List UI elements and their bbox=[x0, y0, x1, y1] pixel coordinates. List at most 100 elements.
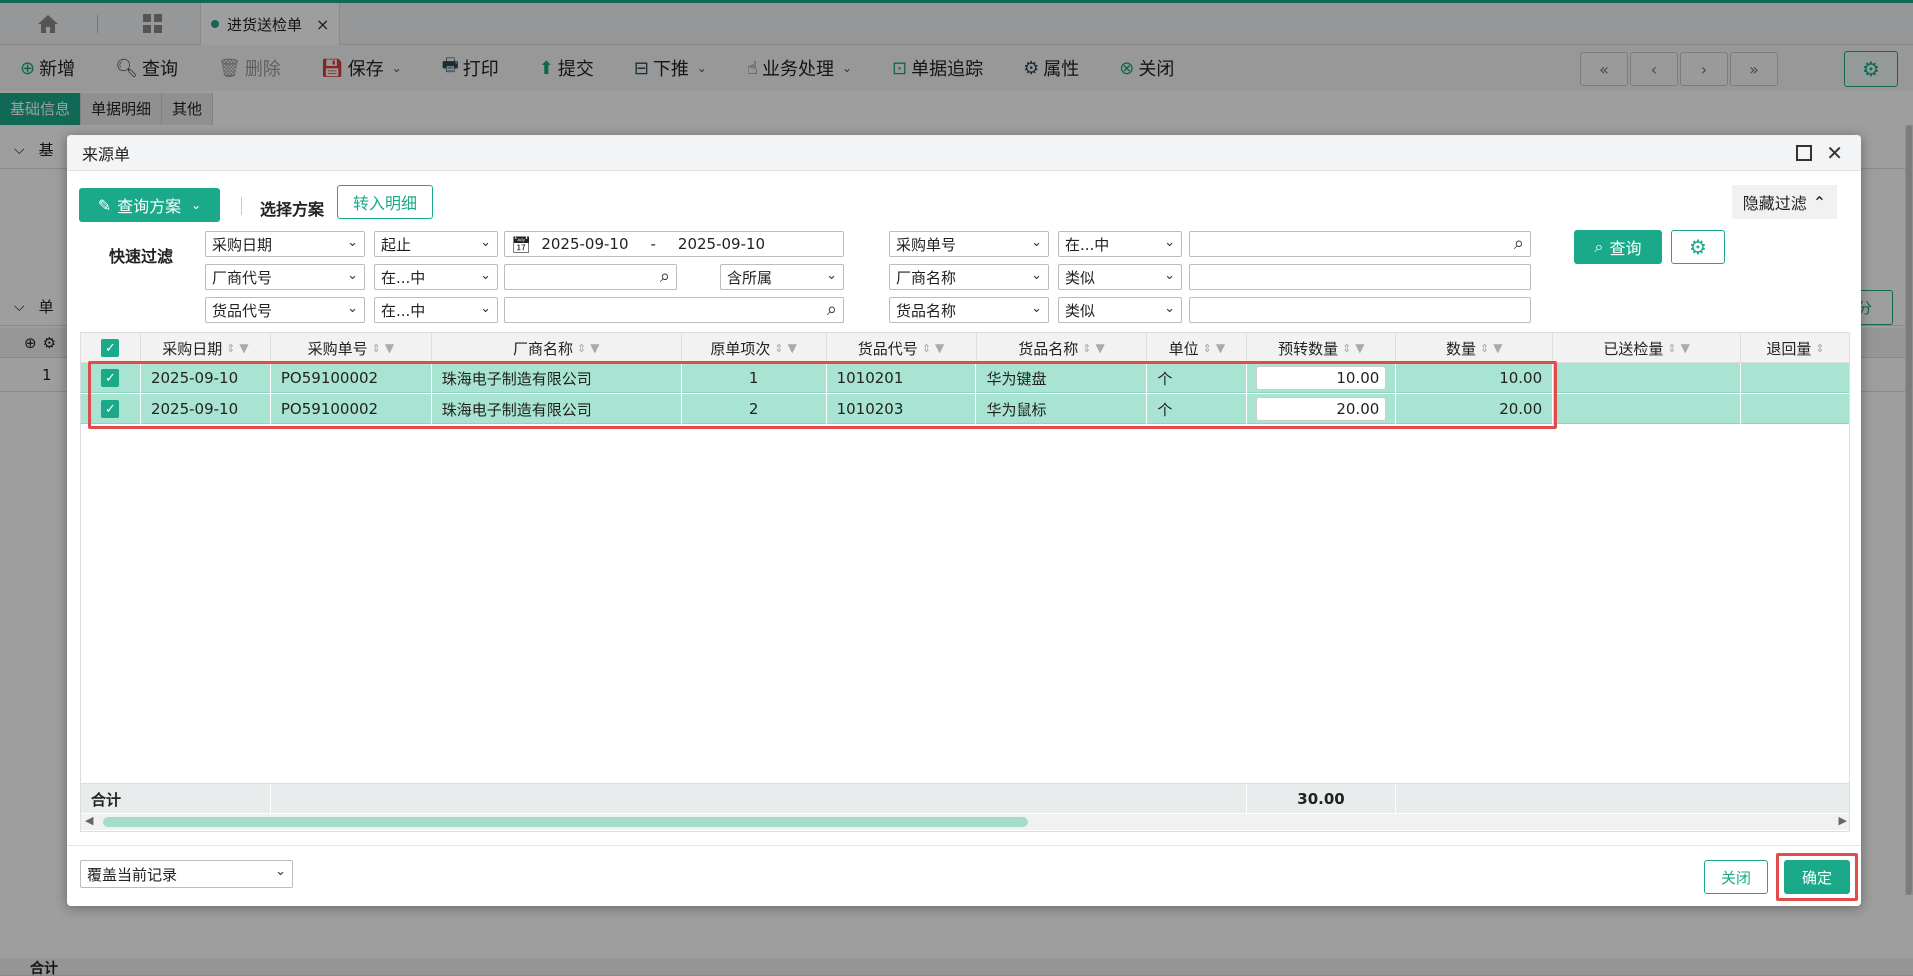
scope-select[interactable]: 含所属 ⌄ bbox=[720, 264, 844, 290]
confirm-button[interactable]: 确定 bbox=[1784, 860, 1850, 894]
chevron-down-icon: ⌄ bbox=[1164, 301, 1175, 316]
filter-value-input[interactable] bbox=[1189, 297, 1531, 323]
total-pre-qty: 30.00 bbox=[1247, 784, 1396, 814]
search-icon[interactable]: ⌕ bbox=[660, 266, 670, 287]
filter-icon[interactable]: ▼ bbox=[1493, 341, 1502, 355]
column-header[interactable]: 预转数量 ⇕ ▼ bbox=[1247, 333, 1397, 363]
filter-icon[interactable]: ▼ bbox=[1095, 341, 1104, 355]
magic-wand-icon: ✎ bbox=[97, 195, 112, 215]
filter-value-input[interactable]: ⌕ bbox=[1189, 231, 1531, 257]
search-icon[interactable]: ⌕ bbox=[1514, 233, 1524, 254]
chevron-down-icon: ⌄ bbox=[1164, 235, 1175, 250]
quick-filter-label: 快速过滤 bbox=[109, 247, 174, 266]
column-header[interactable]: 退回量 ⇕ bbox=[1741, 333, 1849, 363]
scrollbar-thumb[interactable] bbox=[103, 817, 1028, 827]
filter-field-select[interactable]: 采购日期 ⌄ bbox=[205, 231, 365, 257]
date-range-input[interactable]: 📅︎ 2025-09-10 - 2025-09-10 bbox=[504, 231, 844, 257]
highlight-box bbox=[88, 361, 1557, 429]
chevron-down-icon: ⌄ bbox=[347, 235, 358, 250]
chevron-down-icon: ⌄ bbox=[1031, 268, 1042, 283]
sort-icon[interactable]: ⇕ bbox=[922, 342, 931, 355]
column-header[interactable]: 原单项次 ⇕ ▼ bbox=[682, 333, 827, 363]
sort-icon[interactable]: ⇕ bbox=[1815, 342, 1824, 355]
chevron-down-icon: ⌄ bbox=[191, 198, 202, 212]
filter-value-input[interactable]: ⌕ bbox=[504, 297, 844, 323]
grid-horizontal-scrollbar[interactable]: ◀ ▶ bbox=[81, 814, 1849, 830]
select-all-cell: ✓ bbox=[81, 333, 141, 363]
search-icon: ⌕ bbox=[1594, 237, 1604, 256]
divider bbox=[241, 197, 242, 215]
sort-icon[interactable]: ⇕ bbox=[1203, 342, 1212, 355]
column-header[interactable]: 厂商名称 ⇕ ▼ bbox=[432, 333, 682, 363]
chevron-up-icon: ⌃ bbox=[1812, 192, 1827, 212]
dialog-title: 来源单 bbox=[82, 144, 131, 164]
sort-icon[interactable]: ⇕ bbox=[1667, 342, 1676, 355]
chevron-down-icon: ⌄ bbox=[480, 301, 491, 316]
grid-total-row: 合计 30.00 bbox=[81, 783, 1849, 814]
chevron-down-icon: ⌄ bbox=[347, 301, 358, 316]
sort-icon[interactable]: ⇕ bbox=[1082, 342, 1091, 355]
sort-icon[interactable]: ⇕ bbox=[372, 342, 381, 355]
filter-icon[interactable]: ▼ bbox=[1681, 341, 1690, 355]
overwrite-mode-select[interactable]: 覆盖当前记录 ⌄ bbox=[80, 860, 293, 888]
column-header[interactable]: 采购日期 ⇕ ▼ bbox=[141, 333, 271, 363]
filter-icon[interactable]: ▼ bbox=[788, 341, 797, 355]
total-spacer bbox=[271, 784, 1247, 814]
select-all-checkbox[interactable]: ✓ bbox=[101, 339, 120, 357]
maximize-icon[interactable] bbox=[1796, 145, 1813, 161]
cell-inspected bbox=[1553, 363, 1742, 393]
query-button[interactable]: ⌕ 查询 bbox=[1574, 230, 1662, 264]
cell-returned bbox=[1741, 363, 1849, 393]
query-scheme-button[interactable]: ✎ 查询方案 ⌄ bbox=[79, 188, 220, 222]
sort-icon[interactable]: ⇕ bbox=[774, 342, 783, 355]
sort-icon[interactable]: ⇕ bbox=[226, 342, 235, 355]
close-icon[interactable]: ✕ bbox=[1826, 141, 1843, 165]
chevron-down-icon: ⌄ bbox=[1164, 268, 1175, 283]
dialog-close-button[interactable]: 关闭 bbox=[1704, 860, 1768, 894]
chevron-down-icon: ⌄ bbox=[1031, 301, 1042, 316]
filter-icon[interactable]: ▼ bbox=[1355, 341, 1364, 355]
hide-filter-button[interactable]: 隐藏过滤 ⌃ bbox=[1732, 185, 1837, 219]
cell-returned bbox=[1741, 394, 1849, 424]
filter-field-select[interactable]: 厂商名称 ⌄ bbox=[889, 264, 1049, 290]
dialog-header: 来源单 ✕ bbox=[67, 135, 1861, 171]
chevron-down-icon: ⌄ bbox=[480, 235, 491, 250]
chevron-down-icon: ⌄ bbox=[480, 268, 491, 283]
sort-icon[interactable]: ⇕ bbox=[1480, 342, 1489, 355]
filter-operator-select[interactable]: 起止 ⌄ bbox=[374, 231, 498, 257]
filter-icon[interactable]: ▼ bbox=[1216, 341, 1225, 355]
filter-icon[interactable]: ▼ bbox=[590, 341, 599, 355]
column-header[interactable]: 采购单号 ⇕ ▼ bbox=[271, 333, 432, 363]
column-header[interactable]: 货品代号 ⇕ ▼ bbox=[827, 333, 977, 363]
column-header[interactable]: 已送检量 ⇕ ▼ bbox=[1553, 333, 1742, 363]
filter-operator-select[interactable]: 在...中 ⌄ bbox=[374, 297, 498, 323]
filter-settings-button[interactable]: ⚙ bbox=[1671, 230, 1725, 264]
sort-icon[interactable]: ⇕ bbox=[577, 342, 586, 355]
filter-field-select[interactable]: 厂商代号 ⌄ bbox=[205, 264, 365, 290]
filter-value-input[interactable] bbox=[1189, 264, 1531, 290]
total-label: 合计 bbox=[81, 784, 271, 814]
filter-icon[interactable]: ▼ bbox=[935, 341, 944, 355]
scroll-right-icon[interactable]: ▶ bbox=[1839, 814, 1847, 827]
filter-icon[interactable]: ▼ bbox=[239, 341, 248, 355]
filter-icon[interactable]: ▼ bbox=[385, 341, 394, 355]
chevron-down-icon: ⌄ bbox=[347, 268, 358, 283]
transfer-detail-button[interactable]: 转入明细 bbox=[337, 185, 433, 219]
search-icon[interactable]: ⌕ bbox=[827, 299, 837, 320]
sort-icon[interactable]: ⇕ bbox=[1342, 342, 1351, 355]
filter-value-input[interactable]: ⌕ bbox=[504, 264, 677, 290]
footer-divider bbox=[67, 845, 1861, 846]
column-header[interactable]: 单位 ⇕ ▼ bbox=[1147, 333, 1248, 363]
filter-field-select[interactable]: 货品代号 ⌄ bbox=[205, 297, 365, 323]
filter-operator-select[interactable]: 类似 ⌄ bbox=[1058, 264, 1182, 290]
scroll-left-icon[interactable]: ◀ bbox=[85, 814, 93, 827]
filter-operator-select[interactable]: 在...中 ⌄ bbox=[374, 264, 498, 290]
filter-operator-select[interactable]: 类似 ⌄ bbox=[1058, 297, 1182, 323]
filter-operator-select[interactable]: 在...中 ⌄ bbox=[1058, 231, 1182, 257]
column-header[interactable]: 数量 ⇕ ▼ bbox=[1396, 333, 1554, 363]
grid-header: ✓ 采购日期 ⇕ ▼ 采购单号 ⇕ ▼ 厂商名称 ⇕ ▼ 原单项次 ⇕ ▼ 货品代号 ⇕ ▼ 货品名… bbox=[81, 333, 1849, 363]
filter-field-select[interactable]: 货品名称 ⌄ bbox=[889, 297, 1049, 323]
chevron-down-icon: ⌄ bbox=[275, 864, 286, 879]
filter-field-select[interactable]: 采购单号 ⌄ bbox=[889, 231, 1049, 257]
column-header[interactable]: 货品名称 ⇕ ▼ bbox=[977, 333, 1148, 363]
